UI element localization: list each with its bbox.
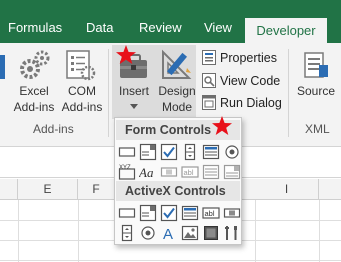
insert-label: Insert: [118, 84, 149, 98]
tab-review[interactable]: Review: [139, 20, 182, 35]
column-header-partial: [0, 179, 18, 200]
activex-controls-header: ActiveX Controls: [116, 181, 240, 201]
tab-view[interactable]: View: [204, 20, 232, 35]
properties-label: Properties: [220, 51, 277, 65]
excel-addins-line2: Add-ins: [13, 100, 55, 114]
ribbon-tab-bar: Formulas Data Review View Developer: [0, 0, 341, 43]
com-addins-icon: [66, 50, 96, 81]
tab-formulas[interactable]: Formulas: [8, 20, 62, 35]
column-header-partial: [319, 179, 341, 200]
button-form-control-icon[interactable]: [118, 143, 136, 161]
text-box-activex-icon[interactable]: abl: [202, 204, 220, 222]
properties-icon: [202, 50, 216, 65]
combo-list-edit-form-control-icon[interactable]: [202, 163, 220, 181]
label-activex-icon[interactable]: A: [160, 224, 178, 242]
check-box-activex-icon[interactable]: [160, 204, 178, 222]
com-addins-line1: COM: [68, 84, 96, 98]
scroll-bar-activex-icon[interactable]: [223, 204, 241, 222]
grid-row-line: [0, 260, 341, 261]
gear-icon: [20, 50, 50, 79]
grid-col-line: [18, 200, 19, 262]
combo-dropdown-edit-form-control-icon[interactable]: [223, 163, 241, 181]
grid-col-line: [78, 200, 79, 262]
spin-button-activex-icon[interactable]: [118, 224, 136, 242]
column-header-i[interactable]: I: [255, 179, 319, 200]
com-addins-label: COM Add-ins: [58, 83, 106, 115]
svg-text:abl: abl: [205, 209, 215, 218]
com-addins-line2: Add-ins: [61, 100, 103, 114]
run-dialog-label: Run Dialog: [220, 96, 282, 110]
list-box-form-control-icon[interactable]: [202, 143, 220, 161]
check-box-form-control-icon[interactable]: [160, 143, 178, 161]
combo-box-form-control-icon[interactable]: [139, 143, 157, 161]
annotation-star-icon: [116, 45, 136, 64]
toggle-button-activex-icon[interactable]: [202, 224, 220, 242]
group-divider: [288, 49, 289, 137]
excel-addins-line1: Excel: [19, 84, 49, 98]
chevron-down-icon: [130, 104, 138, 109]
design-mode-line2: Mode: [161, 100, 193, 114]
source-label: Source: [296, 84, 336, 98]
xml-source-icon: [304, 52, 328, 78]
tab-data[interactable]: Data: [86, 20, 113, 35]
tab-developer[interactable]: Developer: [245, 18, 327, 43]
column-header-e[interactable]: E: [18, 179, 78, 200]
annotation-star-icon: [212, 116, 232, 135]
view-code-icon: [202, 73, 216, 88]
option-button-activex-icon[interactable]: [139, 224, 157, 242]
cut-off-icon: [0, 55, 5, 79]
svg-text:Aa: Aa: [139, 165, 154, 180]
grid-col-line: [255, 200, 256, 262]
column-header-f[interactable]: F: [78, 179, 115, 200]
option-button-form-control-icon[interactable]: [223, 143, 241, 161]
label-form-control-icon[interactable]: Aa: [139, 163, 157, 181]
list-box-activex-icon[interactable]: [181, 204, 199, 222]
design-mode-label: Design Mode: [155, 83, 199, 115]
scroll-bar-form-control-icon[interactable]: [160, 163, 178, 181]
group-divider: [108, 49, 109, 137]
more-controls-activex-icon[interactable]: [223, 224, 241, 242]
view-code-label: View Code: [220, 74, 281, 88]
design-mode-icon: [162, 49, 192, 79]
text-field-form-control-icon[interactable]: abl: [181, 163, 199, 181]
excel-addins-label: Excel Add-ins: [10, 83, 58, 115]
combo-box-activex-icon[interactable]: [139, 204, 157, 222]
group-box-form-control-icon[interactable]: XYZ: [118, 163, 136, 181]
svg-text:A: A: [163, 226, 173, 242]
spin-button-form-control-icon[interactable]: [181, 143, 199, 161]
design-mode-line1: Design: [158, 84, 196, 98]
xml-group-label: XML: [305, 122, 330, 136]
svg-text:abl: abl: [184, 168, 194, 177]
command-button-activex-icon[interactable]: [118, 204, 136, 222]
addins-group-label: Add-ins: [33, 122, 74, 136]
image-activex-icon[interactable]: [181, 224, 199, 242]
grid-col-line: [319, 200, 320, 262]
svg-text:XYZ: XYZ: [119, 165, 131, 171]
run-dialog-icon: [202, 95, 216, 110]
